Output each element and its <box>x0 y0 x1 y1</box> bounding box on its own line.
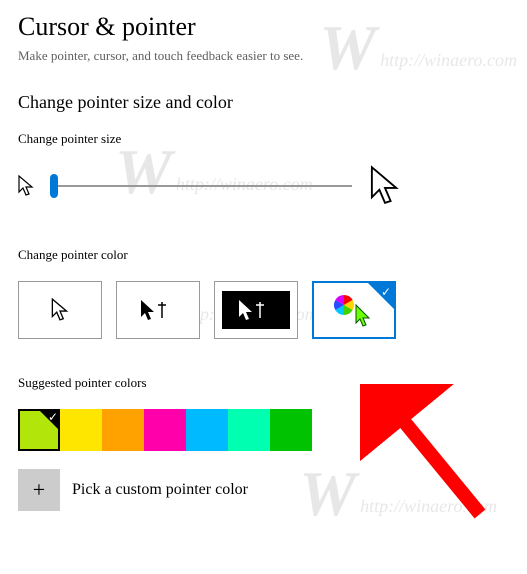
selected-check-icon: ✓ <box>48 410 58 425</box>
annotation-arrow-icon <box>360 384 500 534</box>
cursor-large-icon <box>370 165 400 207</box>
plus-icon: + <box>33 477 45 503</box>
pointer-color-options: ✓ <box>18 281 509 339</box>
selected-check-icon: ✓ <box>368 283 394 309</box>
pointer-color-label: Change pointer color <box>18 247 509 263</box>
pick-custom-color-label: Pick a custom pointer color <box>72 481 248 499</box>
color-swatch-teal[interactable] <box>228 409 270 451</box>
cursor-white-icon <box>51 298 69 322</box>
pointer-size-slider[interactable] <box>52 174 352 198</box>
suggested-color-swatches: ✓ <box>18 409 509 451</box>
pointer-color-option-custom[interactable]: ✓ <box>312 281 396 339</box>
page-description: Make pointer, cursor, and touch feedback… <box>18 48 509 64</box>
page-title: Cursor & pointer <box>18 12 509 42</box>
color-swatch-cyan[interactable] <box>186 409 228 451</box>
pick-custom-color-button[interactable]: + <box>18 469 60 511</box>
pointer-size-label: Change pointer size <box>18 131 509 147</box>
pointer-color-option-black[interactable] <box>116 281 200 339</box>
cursor-small-icon <box>18 175 34 197</box>
color-swatch-green[interactable] <box>270 409 312 451</box>
color-swatch-yellow[interactable] <box>60 409 102 451</box>
pointer-color-option-inverted[interactable] <box>214 281 298 339</box>
pointer-color-option-white[interactable] <box>18 281 102 339</box>
color-swatch-lime[interactable]: ✓ <box>18 409 60 451</box>
color-swatch-magenta[interactable] <box>144 409 186 451</box>
cursor-black-icon <box>138 298 178 322</box>
suggested-colors-label: Suggested pointer colors <box>18 375 509 391</box>
cursor-inverted-icon <box>236 298 276 322</box>
color-swatch-orange[interactable] <box>102 409 144 451</box>
section-heading-size-color: Change pointer size and color <box>18 92 509 113</box>
